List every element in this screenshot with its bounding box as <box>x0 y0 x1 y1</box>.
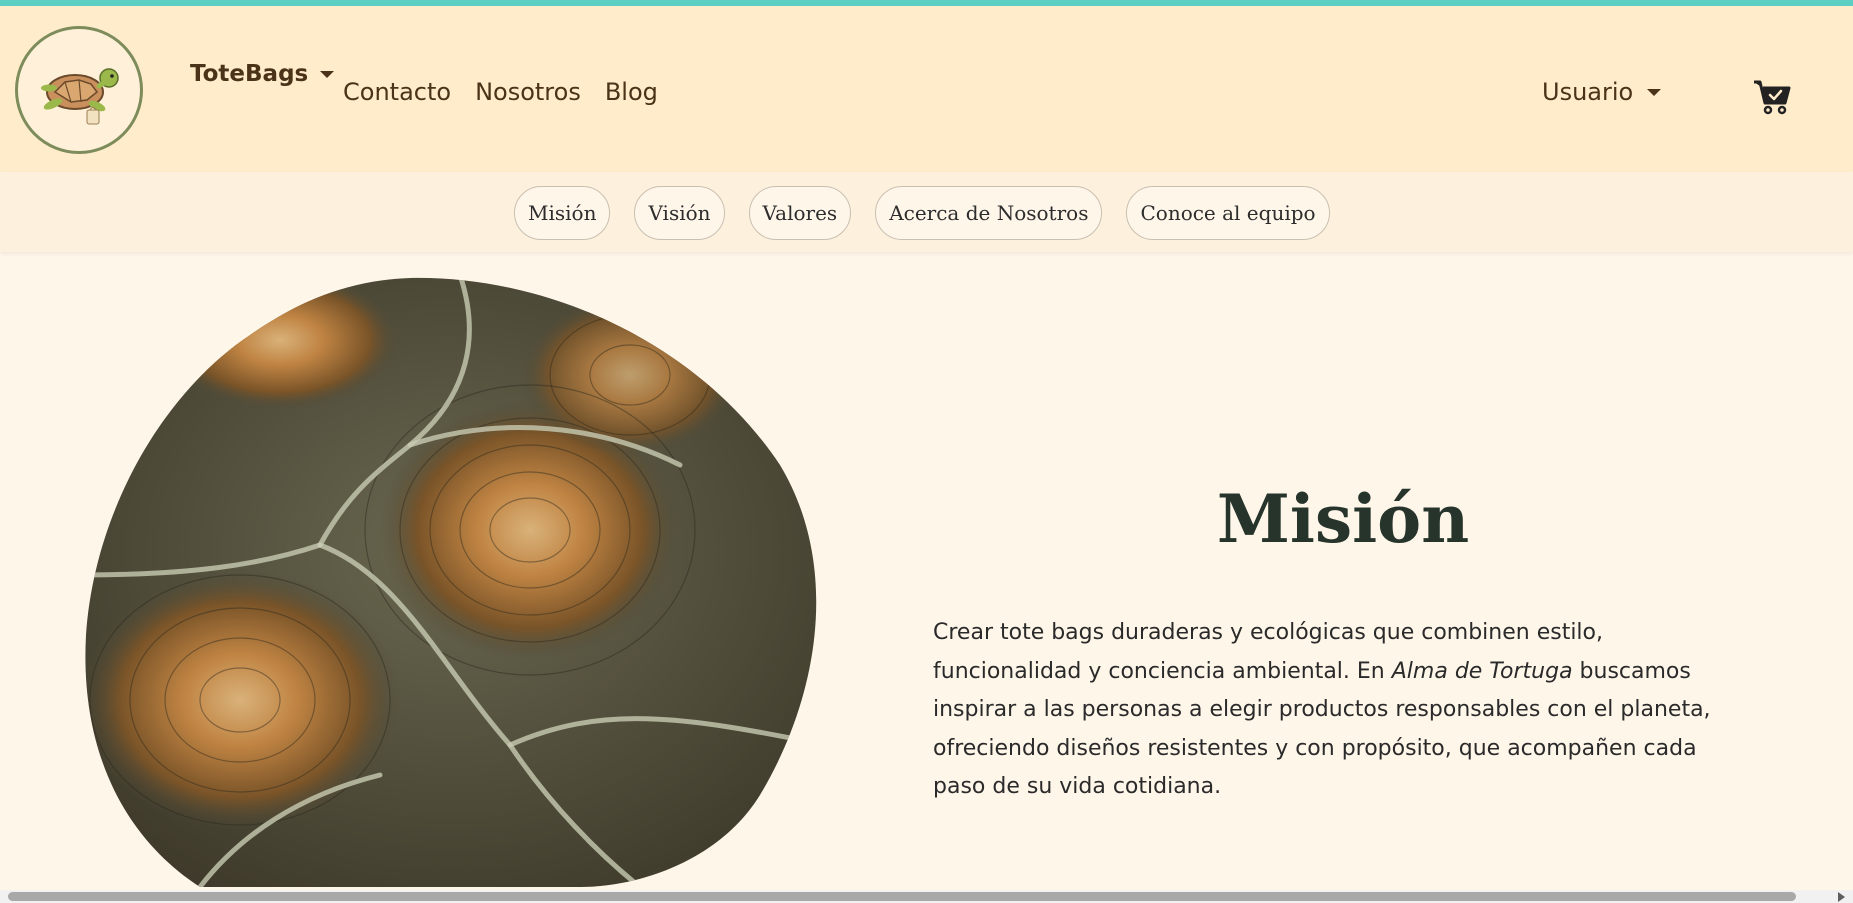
shopping-cart-icon[interactable] <box>1752 76 1792 116</box>
pill-vision[interactable]: Visión <box>634 186 725 240</box>
chevron-down-icon <box>1647 88 1662 96</box>
pill-mision[interactable]: Misión <box>514 186 611 240</box>
user-label: Usuario <box>1542 78 1634 106</box>
pill-valores[interactable]: Valores <box>748 186 852 240</box>
nav-link-blog[interactable]: Blog <box>605 78 658 106</box>
nav-link-nosotros[interactable]: Nosotros <box>475 78 581 106</box>
navbar: ToteBags Contacto Nosotros Blog Usuario <box>0 6 1853 172</box>
mission-title: Misión <box>1216 480 1470 558</box>
section-pills: Misión Visión Valores Acerca de Nosotros… <box>514 186 1330 240</box>
scrollbar-thumb[interactable] <box>8 892 1796 901</box>
mission-brand-name: Alma de Tortuga <box>1391 658 1573 684</box>
turtle-shell-image <box>80 275 825 887</box>
horizontal-scrollbar[interactable] <box>0 890 1853 903</box>
mission-text: Crear tote bags duraderas y ecológicas q… <box>933 614 1755 807</box>
pill-conoce-al-equipo[interactable]: Conoce al equipo <box>1126 186 1330 240</box>
brand-dropdown[interactable]: ToteBags <box>190 61 335 87</box>
turtle-logo-icon[interactable] <box>15 26 143 154</box>
nav-link-contacto[interactable]: Contacto <box>343 78 451 106</box>
scroll-right-arrow-icon[interactable] <box>1838 892 1845 902</box>
chevron-down-icon <box>320 70 335 78</box>
main-nav: Contacto Nosotros Blog <box>343 78 658 106</box>
brand-label: ToteBags <box>190 61 309 87</box>
pill-acerca-de-nosotros[interactable]: Acerca de Nosotros <box>875 186 1103 240</box>
section-subnav: Misión Visión Valores Acerca de Nosotros… <box>0 172 1853 252</box>
user-dropdown[interactable]: Usuario <box>1542 78 1662 106</box>
